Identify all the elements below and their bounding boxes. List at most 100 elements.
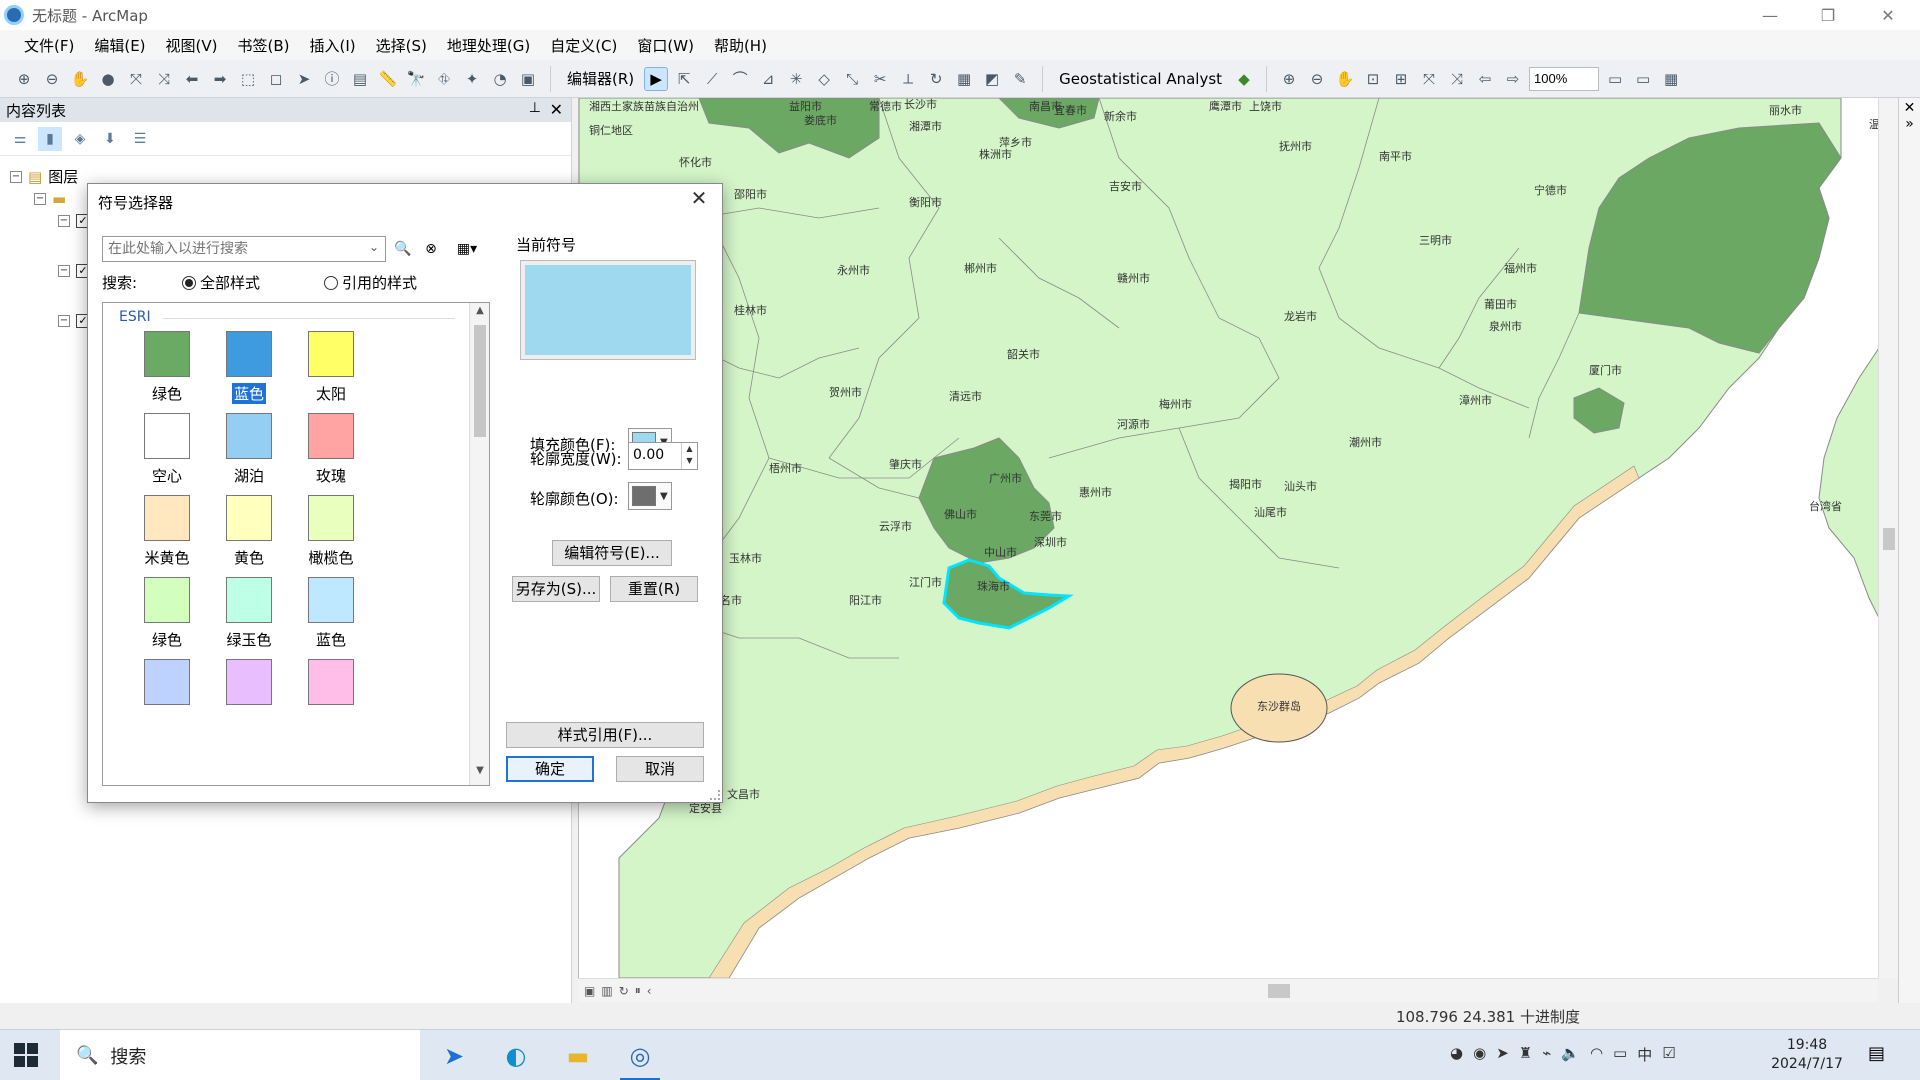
chevron-down-icon[interactable]: ⌄ (366, 240, 382, 258)
file-explorer-icon[interactable]: ▬ (558, 1036, 598, 1076)
restore-button[interactable]: ❐ (1800, 0, 1856, 30)
attributes-icon[interactable]: ▦ (952, 67, 976, 91)
battery-icon[interactable]: ▭ (1613, 1044, 1627, 1065)
trace-icon[interactable]: ⊿ (756, 67, 780, 91)
cut-polygon-icon[interactable]: ✂ (868, 67, 892, 91)
radio-referenced-styles[interactable]: 引用的样式 (324, 272, 417, 293)
refresh-icon[interactable]: ↻ (619, 984, 629, 998)
map-vertical-scrollbar[interactable] (1878, 98, 1898, 978)
style-references-button[interactable]: 样式引用(F)... (506, 722, 704, 748)
collapse-icon[interactable]: − (34, 193, 46, 205)
map-canvas[interactable]: 湘西土家族苗族自治州铜仁地区怀化市邵阳市 益阳市娄底市 常德市 长沙市湘潭市株洲市萍乡… (579, 98, 1878, 978)
list-by-drawing-order-icon[interactable]: ⚌ (8, 127, 32, 151)
menu-selection[interactable]: 选择(S) (366, 35, 437, 56)
arcmap-taskbar-icon[interactable]: ◎ (620, 1036, 660, 1080)
volume-icon[interactable]: 🔈 (1561, 1044, 1580, 1065)
endpoint-arc-icon[interactable]: ⌒ (728, 67, 752, 91)
find-icon[interactable]: 🔭 (404, 67, 428, 91)
forward-extent-icon[interactable]: ➡ (208, 67, 232, 91)
radio-all-styles[interactable]: 全部样式 (182, 272, 260, 293)
tree-layer-1[interactable]: − ✓ (58, 214, 90, 228)
tree-layer-3[interactable]: − ✓ (58, 314, 90, 328)
symbol-swatch[interactable]: 蓝色 (291, 577, 371, 659)
ime-indicator[interactable]: 中 (1637, 1044, 1652, 1065)
taskbar-search-box[interactable]: 🔍 搜索 (60, 1030, 420, 1080)
symbol-swatch[interactable] (291, 659, 371, 741)
outline-width-spinner[interactable]: 0.00 ▲ ▼ (628, 442, 698, 470)
close-window-button[interactable]: ✕ (1860, 0, 1916, 30)
dialog-close-icon[interactable]: ✕ (684, 186, 714, 214)
symbol-search-input[interactable] (102, 236, 386, 262)
edit-annotation-icon[interactable]: ⇱ (672, 67, 696, 91)
clear-selection-icon[interactable]: ◻ (264, 67, 288, 91)
create-features-icon[interactable]: ✎ (1008, 67, 1032, 91)
scroll-left-icon[interactable]: ‹ (647, 984, 652, 998)
symbol-swatch[interactable]: 玫瑰 (291, 413, 371, 495)
fixed-zoom-in-layout-icon[interactable]: ⤧ (1417, 67, 1441, 91)
minimize-button[interactable]: — (1742, 0, 1798, 30)
pan-icon[interactable]: ✋ (68, 67, 92, 91)
dock-expand-icon[interactable]: » (1899, 116, 1920, 132)
options-icon[interactable]: ☰ (128, 127, 152, 151)
zoom-percent-input[interactable] (1529, 66, 1600, 91)
point-icon[interactable]: ✳ (784, 67, 808, 91)
wifi-icon[interactable]: ◠ (1590, 1044, 1603, 1065)
symbol-swatch[interactable]: 绿色 (127, 331, 207, 413)
view-options-icon[interactable]: ▦▾ (450, 238, 484, 260)
editor-menu[interactable]: 编辑器(R) (561, 68, 640, 89)
list-by-visibility-icon[interactable]: ◈ (68, 127, 92, 151)
layout-zoom-in-icon[interactable]: ⊕ (1277, 67, 1301, 91)
list-by-source-icon[interactable]: ▮ (38, 126, 62, 151)
menu-windows[interactable]: 窗口(W) (627, 35, 704, 56)
search-icon[interactable]: 🔍 (392, 238, 414, 260)
measure-icon[interactable]: 📏 (376, 67, 400, 91)
scroll-down-icon[interactable]: ▼ (470, 765, 489, 783)
back-extent-icon[interactable]: ⬅ (180, 67, 204, 91)
tree-layer-2[interactable]: − ✓ (58, 264, 90, 278)
spinner-arrows-icon[interactable]: ▲ ▼ (681, 443, 697, 469)
edit-vertices-icon[interactable]: ◇ (812, 67, 836, 91)
pause-drawing-icon[interactable]: ⏸ (635, 983, 641, 998)
tray-app3-icon[interactable]: ♜ (1519, 1044, 1532, 1065)
menu-geoprocessing[interactable]: 地理处理(G) (437, 35, 540, 56)
select-features-icon[interactable]: ⬚ (236, 67, 260, 91)
reset-button[interactable]: 重置(R) (610, 576, 698, 602)
pin-icon[interactable]: ⊥ (529, 100, 541, 116)
symbol-swatch[interactable]: 米黄色 (127, 495, 207, 577)
create-viewer-icon[interactable]: ▣ (516, 67, 540, 91)
collapse-icon[interactable]: − (10, 170, 22, 183)
save-as-button[interactable]: 另存为(S)... (512, 576, 600, 602)
menu-bookmarks[interactable]: 书签(B) (228, 35, 300, 56)
fixed-zoom-out-layout-icon[interactable]: ⤨ (1445, 67, 1469, 91)
tree-root-layers[interactable]: − ▤ 图层 (10, 166, 78, 187)
resize-grip-icon[interactable] (710, 790, 720, 800)
sketch-properties-icon[interactable]: ◩ (980, 67, 1004, 91)
identify-icon[interactable]: ⓘ (320, 67, 344, 91)
rotate-icon[interactable]: ↻ (924, 67, 948, 91)
list-by-selection-icon[interactable]: ⬇ (98, 127, 122, 151)
menu-edit[interactable]: 编辑(E) (84, 35, 155, 56)
tray-network-icon[interactable]: ⌁ (1542, 1044, 1551, 1065)
collapse-icon[interactable]: − (58, 315, 70, 327)
taskbar-clock[interactable]: 19:48 2024/7/17 (1762, 1036, 1852, 1074)
menu-view[interactable]: 视图(V) (156, 35, 228, 56)
dock-close-icon[interactable]: ✕ (1899, 100, 1920, 116)
clear-search-icon[interactable]: ⊗ (420, 238, 442, 260)
store-app-icon[interactable]: ➤ (434, 1036, 474, 1076)
close-icon[interactable]: ✕ (550, 100, 563, 119)
symbol-swatch[interactable]: 黄色 (209, 495, 289, 577)
radio-dot[interactable] (182, 275, 196, 290)
data-view-icon[interactable]: ▥ (601, 984, 612, 998)
cancel-button[interactable]: 取消 (616, 756, 704, 782)
split-icon[interactable]: ⟂ (896, 67, 920, 91)
scroll-up-icon[interactable]: ▲ (470, 305, 489, 323)
radio-dot[interactable] (324, 275, 338, 290)
map-display[interactable]: 湘西土家族苗族自治州 铜仁地区 怀化市 邵阳市 益阳市 娄底市 常德市 长沙市 湘潭市 株洲市 萍乡… (578, 98, 1878, 978)
windows-start-icon[interactable] (14, 1043, 38, 1067)
tray-check-icon[interactable]: ☑ (1662, 1044, 1675, 1065)
symbol-swatch[interactable] (209, 659, 289, 741)
reshape-icon[interactable]: ⤡ (840, 67, 864, 91)
tree-group[interactable]: − ▬ (34, 190, 66, 208)
symbol-swatch[interactable]: 蓝色 (209, 331, 289, 413)
symbol-swatch[interactable]: 橄榄色 (291, 495, 371, 577)
